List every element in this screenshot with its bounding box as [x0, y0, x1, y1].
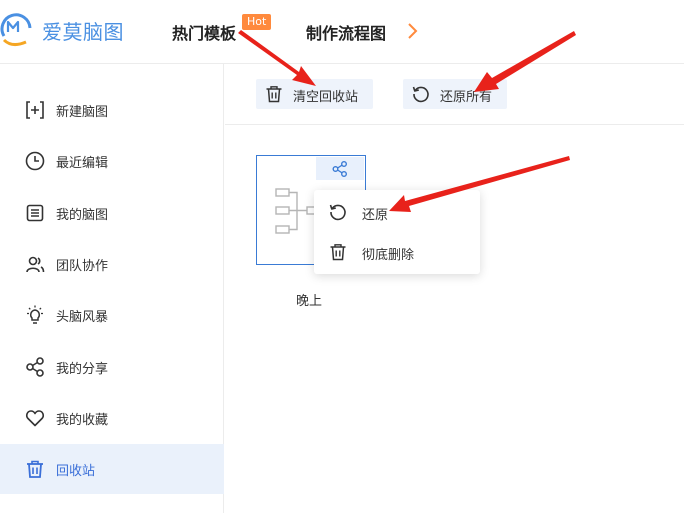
document-list-icon [26, 204, 44, 222]
menu-item-label: 彻底删除 [362, 248, 415, 263]
menu-item-label: 还原 [362, 208, 389, 223]
sidebar: 新建脑图 最近编辑 我的脑图 团队协作 头脑风暴 我的分享 我的收藏 回收站 [0, 64, 224, 513]
logo-icon[interactable] [0, 8, 34, 52]
sidebar-item-team[interactable]: 团队协作 [0, 239, 224, 289]
clock-icon [25, 151, 45, 171]
nav-hot-templates[interactable]: 热门模板 [172, 20, 236, 44]
trash-icon [27, 460, 43, 478]
restore-icon [329, 204, 346, 221]
top-header: 爱莫脑图 热门模板 Hot 制作流程图 [0, 0, 684, 64]
sidebar-item-my-shares[interactable]: 我的分享 [0, 342, 224, 392]
sidebar-item-label: 我的分享 [56, 362, 109, 377]
context-menu: 还原 彻底删除 [314, 190, 480, 274]
restore-all-button[interactable]: 还原所有 [403, 79, 507, 109]
sidebar-item-label: 我的脑图 [56, 208, 109, 223]
restore-all-label: 还原所有 [440, 90, 493, 105]
chevron-right-icon[interactable] [402, 20, 424, 42]
trash-icon [266, 86, 282, 103]
sidebar-item-label: 团队协作 [56, 259, 109, 274]
clear-recycle-bin-label: 清空回收站 [293, 90, 359, 105]
sidebar-item-my-mindmaps[interactable]: 我的脑图 [0, 188, 224, 238]
toolbar: 清空回收站 还原所有 [225, 64, 684, 125]
share-icon [26, 357, 44, 377]
add-box-icon [26, 101, 44, 119]
sidebar-item-new-mindmap[interactable]: 新建脑图 [0, 85, 224, 135]
mindmap-card-title: 晚上 [296, 294, 323, 309]
lightbulb-icon [27, 305, 43, 324]
app-name[interactable]: 爱莫脑图 [42, 16, 124, 45]
team-icon [26, 256, 45, 273]
menu-item-delete-permanently[interactable]: 彻底删除 [314, 233, 480, 271]
sidebar-item-recycle-bin[interactable]: 回收站 [0, 444, 224, 494]
nav-flowchart[interactable]: 制作流程图 [306, 20, 386, 44]
clear-recycle-bin-button[interactable]: 清空回收站 [256, 79, 373, 109]
menu-item-restore[interactable]: 还原 [314, 193, 480, 231]
sidebar-item-label: 最近编辑 [56, 156, 109, 171]
sidebar-item-recent[interactable]: 最近编辑 [0, 136, 224, 186]
heart-icon [25, 410, 45, 427]
sidebar-item-label: 我的收藏 [56, 413, 109, 428]
hot-badge: Hot [242, 14, 272, 30]
sidebar-item-favorites[interactable]: 我的收藏 [0, 393, 224, 443]
share-icon [332, 161, 347, 177]
trash-icon [330, 244, 346, 261]
restore-icon [412, 86, 429, 103]
card-share-button[interactable] [316, 157, 364, 180]
sidebar-item-brainstorm[interactable]: 头脑风暴 [0, 290, 224, 340]
sidebar-item-label: 回收站 [56, 464, 96, 479]
sidebar-item-label: 头脑风暴 [56, 310, 109, 325]
sidebar-item-label: 新建脑图 [56, 105, 109, 120]
